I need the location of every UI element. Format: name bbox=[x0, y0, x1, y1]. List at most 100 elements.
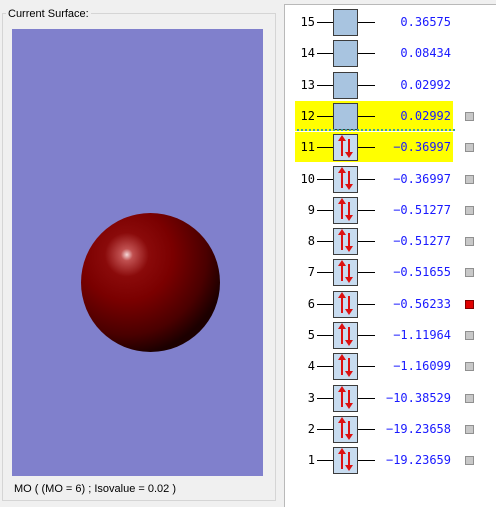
mo-level-row[interactable]: 9 −0.51277 bbox=[285, 195, 496, 225]
surface-toggle-checkbox[interactable] bbox=[465, 111, 474, 121]
spin-up-arrow-icon bbox=[338, 229, 346, 251]
mo-energy: −19.23659 bbox=[385, 453, 451, 468]
mo-index: 8 bbox=[307, 234, 315, 249]
mo-level-row[interactable]: 2 −19.23658 bbox=[285, 414, 496, 444]
surface-toggle-checkbox[interactable] bbox=[465, 205, 474, 215]
surface-toggle-checkbox[interactable] bbox=[465, 456, 474, 466]
current-surface-group: Current Surface: MO ( (MO = 6) ; Isovalu… bbox=[0, 0, 280, 507]
mo-index: 2 bbox=[307, 421, 315, 436]
occupied-orbital-box[interactable] bbox=[333, 322, 358, 349]
mo-index: 4 bbox=[307, 359, 315, 374]
surface-toggle-checkbox[interactable] bbox=[465, 174, 474, 184]
mo-index: 15 bbox=[300, 15, 315, 29]
occupied-orbital-box[interactable] bbox=[333, 447, 358, 475]
spin-down-arrow-icon bbox=[345, 264, 353, 284]
surface-toggle-checkbox[interactable] bbox=[465, 424, 474, 434]
mo-level-row[interactable]: 5 −1.11964 bbox=[285, 320, 496, 350]
mo-level-row[interactable]: 12 0.02992 bbox=[285, 100, 496, 131]
spin-up-arrow-icon bbox=[338, 260, 346, 282]
spin-down-arrow-icon bbox=[345, 201, 353, 221]
spin-up-arrow-icon bbox=[338, 416, 346, 438]
occupied-orbital-box[interactable] bbox=[333, 353, 358, 381]
surface-viewport[interactable] bbox=[12, 29, 263, 476]
level-line-left bbox=[317, 397, 333, 399]
mo-energy: −0.36997 bbox=[393, 171, 451, 186]
mo-index: 6 bbox=[307, 296, 315, 311]
occupied-orbital-box[interactable] bbox=[333, 415, 358, 443]
spin-down-arrow-icon bbox=[345, 358, 353, 378]
level-line-left bbox=[317, 241, 333, 243]
mo-level-row[interactable]: 4 −1.16099 bbox=[285, 351, 496, 381]
level-line-left bbox=[317, 335, 333, 336]
virtual-orbital-box[interactable] bbox=[333, 9, 358, 36]
spin-down-arrow-icon bbox=[345, 389, 353, 409]
occupied-orbital-box[interactable] bbox=[333, 259, 358, 287]
virtual-orbital-box[interactable] bbox=[333, 102, 358, 130]
mo-energy: 0.02992 bbox=[400, 77, 451, 92]
level-line-left bbox=[317, 303, 333, 305]
level-line-left bbox=[317, 460, 333, 462]
spin-up-arrow-icon bbox=[338, 323, 346, 344]
level-line-left bbox=[317, 115, 333, 117]
mo-energy: −10.38529 bbox=[385, 390, 451, 405]
mo-level-row[interactable]: 7 −0.51655 bbox=[285, 257, 496, 287]
mo-index: 3 bbox=[307, 390, 315, 405]
surface-toggle-checkbox[interactable] bbox=[465, 143, 474, 153]
surface-toggle-checkbox[interactable] bbox=[465, 268, 474, 278]
mo-index: 12 bbox=[300, 108, 315, 123]
mo-energy: −0.51277 bbox=[393, 234, 451, 249]
surface-toggle-checkbox[interactable] bbox=[465, 362, 474, 372]
spin-down-arrow-icon bbox=[345, 452, 353, 472]
surface-status-text: MO ( (MO = 6) ; Isovalue = 0.02 ) bbox=[14, 483, 176, 495]
mo-energy: −1.16099 bbox=[393, 359, 451, 374]
spin-up-arrow-icon bbox=[338, 135, 346, 157]
mo-index: 10 bbox=[300, 171, 315, 186]
level-line-left bbox=[317, 272, 333, 274]
spin-up-arrow-icon bbox=[338, 291, 346, 313]
level-line-left bbox=[317, 22, 333, 23]
mo-level-row[interactable]: 3 −10.38529 bbox=[285, 383, 496, 413]
mo-energy: −0.36997 bbox=[393, 140, 451, 155]
virtual-orbital-box[interactable] bbox=[333, 71, 358, 99]
mo-energy: −0.51655 bbox=[393, 265, 451, 280]
homo-lumo-gap-line bbox=[297, 129, 455, 131]
surface-toggle-checkbox[interactable] bbox=[465, 393, 474, 403]
spin-up-arrow-icon bbox=[338, 385, 346, 407]
mo-level-row[interactable]: 15 0.36575 bbox=[285, 7, 496, 37]
occupied-orbital-box[interactable] bbox=[333, 228, 358, 256]
mo-level-row[interactable]: 6 −0.56233 bbox=[285, 289, 496, 319]
spin-up-arrow-icon bbox=[338, 197, 346, 219]
mo-level-row[interactable]: 8 −0.51277 bbox=[285, 226, 496, 256]
mo-energy: 0.36575 bbox=[400, 15, 451, 29]
mo-energy: −0.56233 bbox=[393, 296, 451, 311]
spin-down-arrow-icon bbox=[345, 295, 353, 315]
level-line-left bbox=[317, 209, 333, 211]
mo-level-row[interactable]: 14 0.08434 bbox=[285, 38, 496, 68]
spin-down-arrow-icon bbox=[345, 327, 353, 346]
occupied-orbital-box[interactable] bbox=[333, 196, 358, 224]
virtual-orbital-box[interactable] bbox=[333, 40, 358, 68]
mo-level-row[interactable]: 1 −19.23659 bbox=[285, 445, 496, 475]
occupied-orbital-box[interactable] bbox=[333, 165, 358, 193]
mo-level-row[interactable]: 11 −0.36997 bbox=[285, 132, 496, 163]
orbital-surface-sphere bbox=[81, 213, 220, 352]
occupied-orbital-box[interactable] bbox=[333, 384, 358, 412]
surface-toggle-checkbox-active[interactable] bbox=[465, 299, 474, 309]
mo-level-row[interactable]: 10 −0.36997 bbox=[285, 164, 496, 194]
mo-energy: −19.23658 bbox=[385, 421, 451, 436]
mo-index: 14 bbox=[300, 46, 315, 61]
occupied-orbital-box[interactable] bbox=[333, 134, 358, 162]
mo-level-row[interactable]: 13 0.02992 bbox=[285, 70, 496, 100]
mo-diagram-panel[interactable]: 15 0.36575 14 0.08434 13 0.02992 12 0.02992 11 −0… bbox=[284, 4, 496, 507]
mo-index: 1 bbox=[307, 453, 315, 468]
level-line-left bbox=[317, 84, 333, 86]
mo-index: 13 bbox=[300, 77, 315, 92]
level-line-left bbox=[317, 428, 333, 430]
surface-toggle-checkbox[interactable] bbox=[465, 331, 474, 340]
level-line-left bbox=[317, 366, 333, 368]
spin-down-arrow-icon bbox=[345, 420, 353, 440]
occupied-orbital-box[interactable] bbox=[333, 290, 358, 318]
surface-toggle-checkbox[interactable] bbox=[465, 237, 474, 247]
mo-index: 7 bbox=[307, 265, 315, 280]
mo-index: 9 bbox=[307, 202, 315, 217]
